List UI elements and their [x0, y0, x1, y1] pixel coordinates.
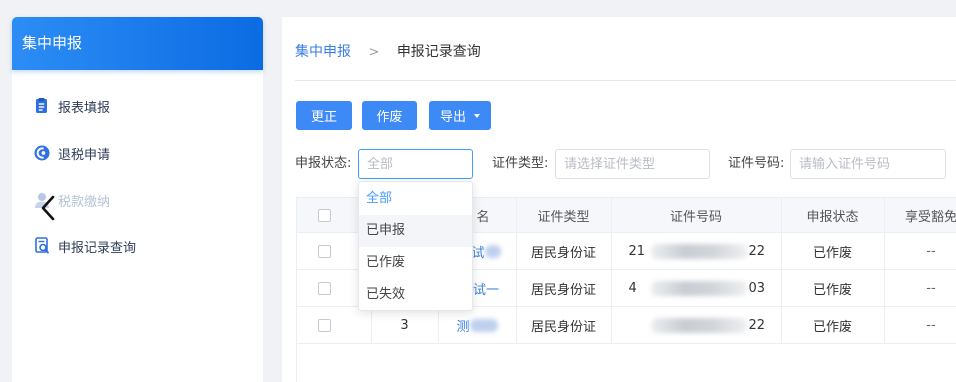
sidebar-item-refund-apply[interactable]: 退税申请 [12, 135, 263, 171]
id-type-select-input[interactable] [556, 150, 709, 178]
status-select-input[interactable] [359, 150, 472, 178]
name-link[interactable]: 测 [456, 316, 469, 335]
id-number-cell: 21 22 [611, 232, 782, 270]
sidebar-item-label: 退税申请 [58, 147, 111, 163]
status-option-expired[interactable]: 已失效 [359, 279, 472, 311]
status-option-declared[interactable]: 已申报 [359, 215, 472, 247]
row-select-cell [297, 306, 372, 344]
name-cell: 测 [438, 306, 517, 344]
name-link[interactable]: 试 [471, 242, 484, 261]
sidebar-item-label: 报表填报 [58, 100, 111, 116]
redaction-blur [484, 244, 501, 258]
status-dropdown: 全部 已申报 已作废 已失效 [358, 181, 473, 311]
void-button[interactable]: 作废 [362, 101, 417, 130]
sidebar-header: 集中申报 [12, 17, 263, 70]
chevron-left-icon[interactable] [39, 195, 57, 221]
correct-button[interactable]: 更正 [296, 101, 352, 130]
id-type-cell: 居民身份证 [516, 232, 612, 270]
row-checkbox[interactable] [318, 281, 331, 295]
exemption-cell: -- [884, 232, 956, 270]
id-number-suffix: 22 [748, 243, 766, 259]
name-cell-content: 测 [439, 316, 516, 335]
column-header-id-number: 证件号码 [611, 197, 782, 233]
sidebar-item-report-fill[interactable]: 报表填报 [12, 88, 263, 124]
id-type-cell: 居民身份证 [516, 269, 612, 307]
sidebar-item-record-query[interactable]: 申报记录查询 [12, 228, 263, 264]
redaction-blur [469, 318, 498, 332]
id-number-cell: 4 03 [611, 269, 782, 307]
main-panel: 集中申报 > 申报记录查询 更正 作废 导出 申报状态: 证件类型: 证件号码: [282, 17, 956, 382]
table-row[interactable]: 3 测 居民身份证 22 已作废 -- [297, 306, 956, 344]
id-number-prefix: 21 [628, 243, 646, 259]
status-option-voided[interactable]: 已作废 [359, 247, 472, 279]
id-number-suffix: 22 [748, 317, 766, 333]
row-checkbox[interactable] [318, 318, 331, 332]
id-number-prefix: 4 [628, 280, 637, 296]
breadcrumb: 集中申报 > 申报记录查询 [295, 42, 481, 62]
status-cell: 已作废 [781, 232, 885, 270]
row-index: 3 [371, 306, 439, 344]
status-select[interactable] [358, 149, 473, 179]
id-type-select[interactable] [555, 149, 710, 179]
id-number-field[interactable] [790, 149, 946, 179]
select-all-checkbox[interactable] [318, 208, 331, 222]
id-type-filter-label: 证件类型: [492, 156, 549, 171]
id-number-cell: 22 [611, 306, 782, 344]
column-header-id-type: 证件类型 [516, 197, 612, 233]
name-link[interactable]: 试一 [473, 279, 499, 298]
sidebar-item-label: 申报记录查询 [58, 240, 137, 256]
breadcrumb-parent-link[interactable]: 集中申报 [295, 44, 351, 60]
column-header-status: 申报状态 [781, 197, 885, 233]
export-button[interactable]: 导出 [429, 101, 491, 130]
status-cell: 已作废 [781, 269, 885, 307]
redaction-blur [650, 317, 747, 333]
exemption-cell: -- [884, 269, 956, 307]
breadcrumb-current: 申报记录查询 [396, 44, 481, 60]
form-icon [34, 97, 50, 115]
status-option-all[interactable]: 全部 [359, 183, 472, 215]
breadcrumb-separator: > [368, 45, 380, 60]
status-filter-label: 申报状态: [295, 156, 352, 171]
id-number-suffix: 03 [748, 280, 766, 296]
export-button-label: 导出 [439, 110, 466, 125]
exemption-cell: -- [884, 306, 956, 344]
redaction-blur [650, 243, 747, 259]
redaction-blur [650, 280, 747, 296]
caret-down-icon [474, 113, 480, 118]
row-checkbox[interactable] [318, 244, 331, 258]
header-divider [295, 80, 956, 81]
refund-icon [34, 144, 50, 162]
record-search-icon [34, 237, 50, 255]
id-type-cell: 居民身份证 [516, 306, 612, 344]
sidebar-item-label: 税款缴纳 [58, 194, 111, 210]
sidebar-title: 集中申报 [22, 34, 83, 52]
column-header-exemption: 享受豁免 [884, 197, 956, 233]
id-number-filter-label: 证件号码: [728, 156, 785, 171]
id-number-input[interactable] [791, 150, 945, 178]
status-cell: 已作废 [781, 306, 885, 344]
